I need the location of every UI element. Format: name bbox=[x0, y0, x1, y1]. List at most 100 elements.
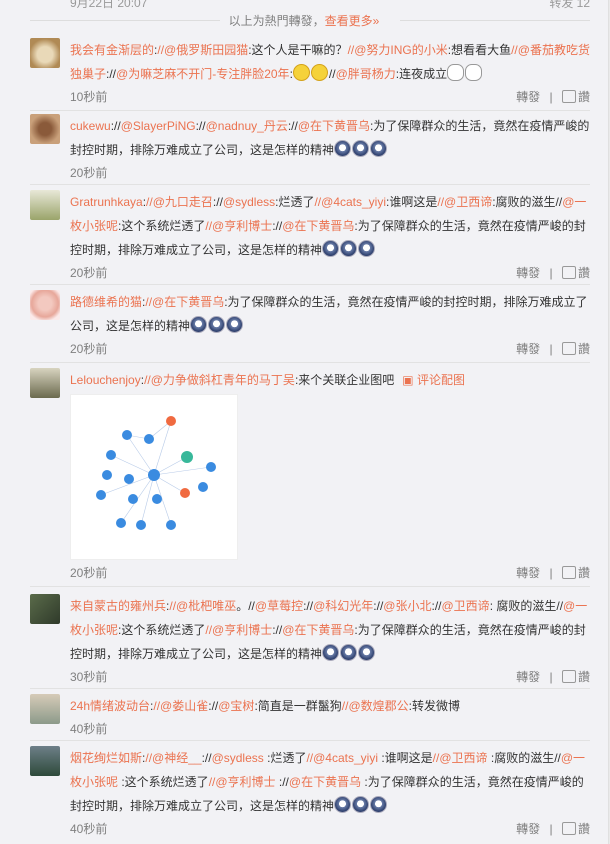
list-item: 来自蒙古的雍州兵://@枇杷唯巫。//@草莓控://@科幻光年://@张小北:/… bbox=[30, 594, 590, 689]
mention-link[interactable]: //@亨利博士 bbox=[209, 775, 276, 789]
comment-fragment: :// bbox=[287, 119, 298, 133]
emoji-icon bbox=[310, 64, 328, 81]
comment-text: 烟花绚烂如斯://@神经__://@sydless :烂透了//@4cats_y… bbox=[70, 746, 590, 818]
mention-link[interactable]: @草莓控 bbox=[255, 599, 303, 613]
mention-link[interactable]: //@卫西谛 bbox=[437, 195, 492, 209]
comment-meta: 40秒前 bbox=[70, 718, 590, 740]
comment-fragment: // bbox=[328, 67, 336, 81]
emoji-icon bbox=[322, 644, 340, 661]
repost-button[interactable]: 轉發 bbox=[516, 566, 540, 580]
avatar[interactable] bbox=[30, 38, 60, 68]
divider bbox=[30, 362, 590, 363]
mention-link[interactable]: @为嘛芝麻不开门-专注胖脸20年 bbox=[116, 67, 290, 81]
username-link[interactable]: 来自蒙古的雍州兵 bbox=[70, 599, 166, 613]
mention-link[interactable]: @卫西谛 bbox=[442, 599, 490, 613]
avatar[interactable] bbox=[30, 694, 60, 724]
mention-link[interactable]: //@卫西谛 bbox=[433, 751, 488, 765]
mention-link[interactable]: //@亨利博士 bbox=[205, 623, 272, 637]
divider: | bbox=[549, 670, 553, 684]
like-label: 讚 bbox=[577, 90, 590, 104]
mention-link[interactable]: @在下黄晋乌 bbox=[298, 119, 370, 133]
username-link[interactable]: 路德维希的猫 bbox=[70, 295, 142, 309]
mention-link[interactable]: @在下黄晋乌 bbox=[282, 219, 354, 233]
mention-link[interactable]: //@娄山雀 bbox=[153, 699, 208, 713]
comment-text: cukewu://@SlayerPiNG://@nadnuy_丹云://@在下黄… bbox=[70, 114, 590, 162]
repost-button[interactable]: 轉發 bbox=[516, 670, 540, 684]
mention-link[interactable]: //@数煌郡公 bbox=[342, 699, 409, 713]
avatar[interactable] bbox=[30, 190, 60, 220]
comment-meta: 30秒前 轉發 | 讚 bbox=[70, 666, 590, 688]
mention-link[interactable]: @张小北 bbox=[383, 599, 431, 613]
divider bbox=[30, 740, 590, 741]
comment-fragment: :// bbox=[106, 67, 117, 81]
like-button[interactable]: 讚 bbox=[561, 566, 590, 580]
mention-link[interactable]: //@4cats_yiyi bbox=[306, 751, 378, 765]
comment-picture-link[interactable]: ▣ 评论配图 bbox=[402, 373, 465, 387]
repost-button[interactable]: 轉發 bbox=[516, 266, 540, 280]
repost-button[interactable]: 轉發 bbox=[516, 822, 540, 836]
like-button[interactable]: 讚 bbox=[561, 670, 590, 684]
emoji-icon bbox=[334, 140, 352, 157]
avatar[interactable] bbox=[30, 746, 60, 776]
mention-link[interactable]: @胖哥杨力 bbox=[336, 67, 396, 81]
username-link[interactable]: 我会有金渐层的 bbox=[70, 43, 154, 57]
mention-link[interactable]: @nadnuy_丹云 bbox=[206, 119, 288, 133]
mention-link[interactable]: @sydless bbox=[223, 195, 275, 209]
username-link[interactable]: Lelouchenjoy bbox=[70, 373, 141, 387]
comment-meta: 20秒前 bbox=[70, 162, 590, 184]
like-button[interactable]: 讚 bbox=[561, 266, 590, 280]
comment-fragment: :// bbox=[303, 599, 314, 613]
timestamp: 20秒前 bbox=[70, 266, 108, 280]
emoji-icon bbox=[190, 316, 208, 333]
mention-link[interactable]: //@在下黄晋乌 bbox=[145, 295, 224, 309]
like-label: 讚 bbox=[577, 822, 590, 836]
comment-actions: 轉發 | 讚 bbox=[510, 338, 590, 360]
divider bbox=[30, 688, 590, 689]
list-item: Lelouchenjoy://@力争做斜杠青年的马丁吴:来个关联企业图吧 ▣ 评论… bbox=[30, 368, 590, 587]
mention-link[interactable]: //@努力ING的小米 bbox=[348, 43, 448, 57]
mention-link[interactable]: @sydless bbox=[212, 751, 264, 765]
like-button[interactable]: 讚 bbox=[561, 90, 590, 104]
mention-link[interactable]: @在下黄晋乌 bbox=[289, 775, 361, 789]
comment-actions: 轉發 | 讚 bbox=[510, 818, 590, 840]
comment-fragment: :腐败的滋生// bbox=[492, 195, 563, 209]
divider: | bbox=[549, 90, 553, 104]
mention-link[interactable]: //@九口走召 bbox=[146, 195, 213, 209]
like-button[interactable]: 讚 bbox=[561, 822, 590, 836]
mention-link[interactable]: //@枇杷唯巫 bbox=[169, 599, 236, 613]
emoji-icon bbox=[370, 140, 388, 157]
repost-button[interactable]: 轉發 bbox=[516, 90, 540, 104]
comment-fragment: :谁啊这是 bbox=[378, 751, 433, 765]
comment-fragment: :// bbox=[208, 699, 219, 713]
mention-link[interactable]: @SlayerPiNG bbox=[121, 119, 196, 133]
divider bbox=[30, 284, 590, 285]
avatar[interactable] bbox=[30, 290, 60, 320]
comment-image[interactable] bbox=[70, 394, 238, 560]
list-item: 24h情绪波动台://@娄山雀://@宝树:简直是一群鬣狗//@数煌郡公:转发微… bbox=[30, 694, 590, 741]
mention-link[interactable]: //@力争做斜杠青年的马丁吴 bbox=[144, 373, 295, 387]
username-link[interactable]: 烟花绚烂如斯 bbox=[70, 751, 142, 765]
thumbs-up-icon bbox=[561, 342, 576, 355]
avatar[interactable] bbox=[30, 368, 60, 398]
avatar[interactable] bbox=[30, 114, 60, 144]
username-link[interactable]: cukewu bbox=[70, 119, 111, 133]
mention-link[interactable]: @宝树 bbox=[218, 699, 254, 713]
repost-count[interactable]: 转发 12 bbox=[549, 0, 590, 11]
mention-link[interactable]: //@俄罗斯田园猫 bbox=[157, 43, 248, 57]
like-label: 讚 bbox=[577, 342, 590, 356]
mention-link[interactable]: //@4cats_yiyi bbox=[314, 195, 386, 209]
repost-button[interactable]: 轉發 bbox=[516, 342, 540, 356]
mention-link[interactable]: //@亨利博士 bbox=[205, 219, 272, 233]
avatar[interactable] bbox=[30, 594, 60, 624]
like-button[interactable]: 讚 bbox=[561, 342, 590, 356]
emoji-icon bbox=[292, 64, 310, 81]
comment-text: 我会有金渐层的://@俄罗斯田园猫:这个人是干嘛的？//@努力ING的小米:想看… bbox=[70, 38, 590, 86]
emoji-icon bbox=[352, 796, 370, 813]
timestamp: 40秒前 bbox=[70, 822, 108, 836]
username-link[interactable]: Gratrunhkaya bbox=[70, 195, 143, 209]
mention-link[interactable]: @在下黄晋乌 bbox=[282, 623, 354, 637]
mention-link[interactable]: @科幻光年 bbox=[313, 599, 373, 613]
mention-link[interactable]: //@神经__ bbox=[145, 751, 201, 765]
username-link[interactable]: 24h情绪波动台 bbox=[70, 699, 150, 713]
see-more-link[interactable]: 查看更多» bbox=[325, 14, 380, 28]
